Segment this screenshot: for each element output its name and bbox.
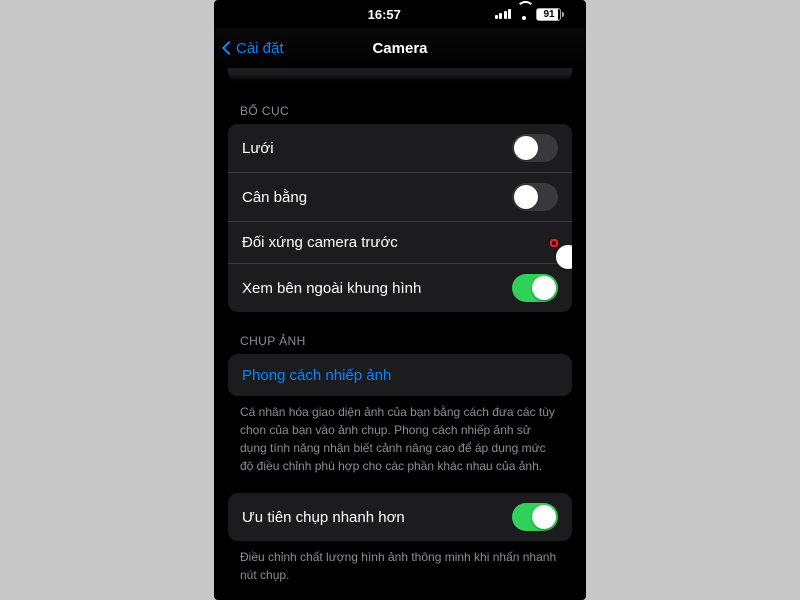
toggle-faster-shooting[interactable] bbox=[512, 503, 558, 531]
status-right: 91 bbox=[495, 8, 565, 21]
cellular-signal-icon bbox=[495, 9, 512, 19]
section-header-layout: BỐ CỤC bbox=[228, 82, 572, 124]
toggle-view-outside-frame[interactable] bbox=[512, 274, 558, 302]
section-footer-capture: Cá nhân hóa giao diện ảnh của bạn bằng c… bbox=[228, 396, 572, 475]
row-label: Lưới bbox=[242, 140, 512, 157]
status-bar: 16:57 91 bbox=[214, 0, 586, 28]
row-label: Ưu tiên chụp nhanh hơn bbox=[242, 509, 512, 526]
group-layout: Lưới Cân bằng Đối xứng camera trước Xem … bbox=[228, 124, 572, 312]
row-mirror-front-camera[interactable]: Đối xứng camera trước bbox=[228, 221, 572, 263]
row-label: Cân bằng bbox=[242, 189, 512, 206]
annotation-highlight bbox=[550, 239, 558, 247]
phone-frame: 16:57 91 Cài đặt Camera BỐ CỤC Lưới bbox=[214, 0, 586, 600]
wifi-icon bbox=[516, 9, 531, 20]
row-grid[interactable]: Lưới bbox=[228, 124, 572, 172]
row-photographic-styles[interactable]: Phong cách nhiếp ảnh bbox=[228, 354, 572, 396]
battery-percentage: 91 bbox=[536, 8, 561, 21]
row-label: Xem bên ngoài khung hình bbox=[242, 280, 512, 297]
section-footer-priority: Điều chỉnh chất lượng hình ảnh thông min… bbox=[228, 541, 572, 584]
row-label: Đối xứng camera trước bbox=[242, 234, 550, 251]
settings-scroll[interactable]: BỐ CỤC Lưới Cân bằng Đối xứng camera trư… bbox=[214, 68, 586, 600]
toggle-level[interactable] bbox=[512, 183, 558, 211]
battery-icon: 91 bbox=[536, 8, 564, 21]
row-view-outside-frame[interactable]: Xem bên ngoài khung hình bbox=[228, 263, 572, 312]
nav-header: Cài đặt Camera bbox=[214, 28, 586, 68]
previous-group-edge bbox=[228, 68, 572, 82]
group-capture: Phong cách nhiếp ảnh bbox=[228, 354, 572, 396]
row-level[interactable]: Cân bằng bbox=[228, 172, 572, 221]
status-time: 16:57 bbox=[214, 7, 495, 22]
row-label: Phong cách nhiếp ảnh bbox=[242, 367, 558, 384]
row-faster-shooting[interactable]: Ưu tiên chụp nhanh hơn bbox=[228, 493, 572, 541]
section-header-capture: CHỤP ẢNH bbox=[228, 312, 572, 354]
back-button[interactable]: Cài đặt bbox=[214, 40, 284, 57]
chevron-left-icon bbox=[222, 41, 236, 55]
toggle-grid[interactable] bbox=[512, 134, 558, 162]
group-priority: Ưu tiên chụp nhanh hơn bbox=[228, 493, 572, 541]
back-label: Cài đặt bbox=[236, 40, 284, 57]
